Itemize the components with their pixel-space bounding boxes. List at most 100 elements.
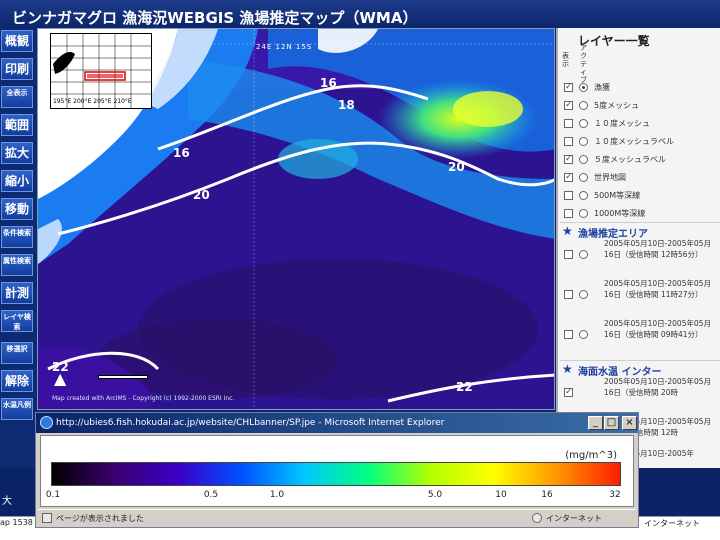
sst-label: 2005年05月10日-2005年05月16日（受信時間 20時	[604, 377, 712, 397]
colorbar-tick: 32	[609, 490, 621, 500]
layer-panel: レイヤー一覧 表示 アクティブ ✓ 漁獲 ✓ 5度メッシュ １０度メッシュ １０…	[556, 28, 720, 468]
layer-search-button[interactable]: レイヤ検索	[1, 310, 33, 332]
star-icon: ★	[562, 224, 573, 238]
pan-button[interactable]: 移動	[1, 198, 33, 220]
layer-row: １０度メッシュラベル	[560, 134, 720, 150]
map-view[interactable]: 16 18 20 20 16 22 22 195°E 200°E 205°E 2…	[37, 28, 555, 410]
minimize-button[interactable]: _	[588, 416, 603, 430]
print-button[interactable]: 印刷	[1, 58, 33, 80]
layer-active-radio[interactable]	[579, 137, 588, 146]
ie-icon	[40, 416, 53, 429]
area-active-radio[interactable]	[579, 250, 588, 259]
main-status-left: ap 1538	[0, 518, 33, 527]
area-active-radio[interactable]	[579, 290, 588, 299]
clear-button[interactable]: 解除	[1, 370, 33, 392]
layer-row: ✓ ５度メッシュラベル	[560, 152, 720, 168]
layer-visible-checkbox[interactable]: ✓	[564, 83, 573, 92]
colorbar-tick: 5.0	[427, 490, 443, 500]
area-active-radio[interactable]	[579, 330, 588, 339]
inset-axis-label: 195°E 200°E 205°E 210°E	[53, 98, 132, 105]
range-button[interactable]: 範囲	[1, 114, 33, 136]
star-icon: ★	[562, 362, 573, 376]
colorbar-tick: 1.0	[269, 490, 285, 500]
colorbar-tick: 16	[541, 490, 553, 500]
layer-row: ✓ 漁獲	[560, 80, 720, 96]
contour-label: 16	[173, 146, 190, 160]
layer-label: 漁獲	[594, 83, 610, 92]
attribute-search-button[interactable]: 属性検索	[1, 254, 33, 276]
area-visible-checkbox[interactable]	[564, 250, 573, 259]
col-header-visible: 表示	[562, 52, 569, 68]
layer-label: ５度メッシュラベル	[594, 155, 666, 164]
contour-label: 16	[320, 76, 337, 90]
popup-status-bar: ページが表示されました インターネット	[38, 509, 636, 525]
app-title: ビンナガマグロ 漁海況WEBGIS 漁場推定マップ（WMA）	[0, 0, 720, 30]
main-status-zone: インターネット	[644, 519, 700, 528]
desktop-screen: ビンナガマグロ 漁海況WEBGIS 漁場推定マップ（WMA） 概観 印刷 全表示…	[0, 0, 720, 540]
globe-icon	[532, 513, 542, 523]
layer-label: 1000M等深線	[594, 209, 646, 218]
layer-visible-checkbox[interactable]	[564, 119, 573, 128]
page-icon	[42, 513, 52, 523]
full-extent-button[interactable]: 全表示	[1, 86, 33, 108]
north-arrow-icon: ▲	[54, 369, 67, 388]
layer-visible-checkbox[interactable]: ✓	[564, 173, 573, 182]
sst-item: ✓ 2005年05月10日-2005年05月16日（受信時間 20時	[560, 376, 720, 412]
measure-button[interactable]: 計測	[1, 282, 33, 304]
overview-button[interactable]: 概観	[1, 30, 33, 52]
popup-title[interactable]: http://ubies6.fish.hokudai.ac.jp/website…	[36, 413, 638, 433]
inset-graphic	[51, 34, 151, 108]
colorbar-unit: (mg/m^3)	[565, 450, 617, 461]
maximize-button[interactable]: □	[604, 416, 619, 430]
popup-content: (mg/m^3) 0.1 0.5 1.0 5.0 10 16 32	[40, 435, 634, 507]
toolbar-label-fragment: 大	[2, 496, 12, 507]
sst-section: ★ 海面水温 インター	[560, 360, 720, 378]
layer-active-radio[interactable]	[579, 155, 588, 164]
map-copyright: Map created with ArcIMS - Copyright (c) …	[52, 395, 235, 402]
select-button[interactable]: 移選択	[1, 342, 33, 364]
layer-visible-checkbox[interactable]	[564, 137, 573, 146]
chlorophyll-colorbar	[51, 462, 621, 486]
contour-label: 18	[338, 98, 355, 112]
layer-active-radio[interactable]	[579, 119, 588, 128]
colorbar-tick: 0.5	[203, 490, 219, 500]
area-label: 2005年05月10日-2005年05月16日（受信時間 09時41分）	[604, 319, 712, 339]
area-label: 2005年05月10日-2005年05月16日（受信時間 11時27分）	[604, 279, 712, 299]
fishing-area-item: 2005年05月10日-2005年05月16日（受信時間 09時41分）	[560, 318, 720, 354]
layer-visible-checkbox[interactable]: ✓	[564, 155, 573, 164]
layer-active-radio[interactable]	[579, 173, 588, 182]
area-label: 2005年05月10日-2005年05月16日（受信時間 12時56分）	[604, 239, 712, 259]
colorbar-tick: 0.1	[45, 490, 61, 500]
colorbar-tick: 10	[495, 490, 507, 500]
area-visible-checkbox[interactable]	[564, 290, 573, 299]
layer-active-radio[interactable]	[579, 83, 588, 92]
layer-visible-checkbox[interactable]	[564, 209, 573, 218]
zoom-in-button[interactable]: 拡大	[1, 142, 33, 164]
layer-active-radio[interactable]	[579, 209, 588, 218]
layer-label: 500M等深線	[594, 191, 641, 200]
status-zone: インターネット	[546, 514, 602, 523]
overview-inset-map[interactable]: 195°E 200°E 205°E 210°E	[50, 33, 152, 109]
contour-label: 20	[193, 188, 210, 202]
layer-active-radio[interactable]	[579, 191, 588, 200]
fishing-area-item: 2005年05月10日-2005年05月16日（受信時間 12時56分）	[560, 238, 720, 274]
layer-label: １０度メッシュ	[594, 119, 650, 128]
layer-label: １０度メッシュラベル	[594, 137, 674, 146]
status-text: ページが表示されました	[56, 514, 144, 523]
fishing-area-item: 2005年05月10日-2005年05月16日（受信時間 11時27分）	[560, 278, 720, 314]
layer-visible-checkbox[interactable]: ✓	[564, 101, 573, 110]
fishing-area-section: ★ 漁場推定エリア	[560, 222, 720, 240]
contour-label: 20	[448, 160, 465, 174]
legend-popup-window[interactable]: http://ubies6.fish.hokudai.ac.jp/website…	[35, 412, 639, 528]
sst-visible-checkbox[interactable]: ✓	[564, 388, 573, 397]
contour-label: 22	[456, 380, 473, 394]
layer-row: 1000M等深線	[560, 206, 720, 222]
condition-search-button[interactable]: 条件検索	[1, 226, 33, 248]
layer-active-radio[interactable]	[579, 101, 588, 110]
close-button[interactable]: ×	[622, 416, 637, 430]
area-visible-checkbox[interactable]	[564, 330, 573, 339]
col-header-active: アクティブ	[580, 44, 587, 84]
sst-legend-button[interactable]: 水温凡例	[1, 398, 33, 420]
layer-visible-checkbox[interactable]	[564, 191, 573, 200]
zoom-out-button[interactable]: 縮小	[1, 170, 33, 192]
